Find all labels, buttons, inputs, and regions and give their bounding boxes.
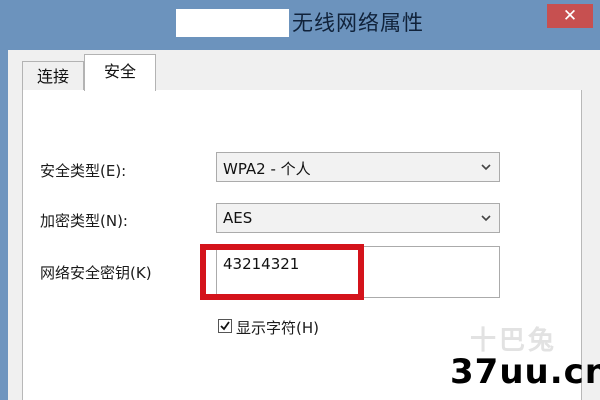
tab-security[interactable]: 安全 xyxy=(84,54,156,91)
red-highlight-box xyxy=(200,244,364,300)
title-bar[interactable]: 无线网络属性 ✕ xyxy=(0,0,600,50)
network-key-label: 网络安全密钥(K) xyxy=(40,264,152,282)
show-characters-checkbox[interactable] xyxy=(218,319,232,333)
watermark-site-text: 37uu.cn xyxy=(450,352,600,392)
window-title: 无线网络属性 xyxy=(292,11,424,35)
security-type-select[interactable]: WPA2 - 个人 xyxy=(216,152,500,182)
encryption-type-label: 加密类型(N): xyxy=(40,212,128,230)
wireless-properties-window: 无线网络属性 ✕ 连接 安全 安全类型(E): WPA2 - 个人 加密类型(N… xyxy=(0,0,600,400)
security-type-value: WPA2 - 个人 xyxy=(223,160,311,178)
encryption-type-select[interactable]: AES xyxy=(216,203,500,233)
security-type-label: 安全类型(E): xyxy=(40,162,127,180)
show-characters-label[interactable]: 显示字符(H) xyxy=(236,317,319,338)
checkmark-icon xyxy=(220,321,230,331)
chevron-down-icon xyxy=(481,215,491,222)
close-icon: ✕ xyxy=(562,6,578,26)
tab-connection[interactable]: 连接 xyxy=(22,61,84,91)
chevron-down-icon xyxy=(481,164,491,171)
redacted-network-name xyxy=(176,9,289,37)
encryption-type-value: AES xyxy=(223,209,253,227)
close-button[interactable]: ✕ xyxy=(547,4,593,28)
